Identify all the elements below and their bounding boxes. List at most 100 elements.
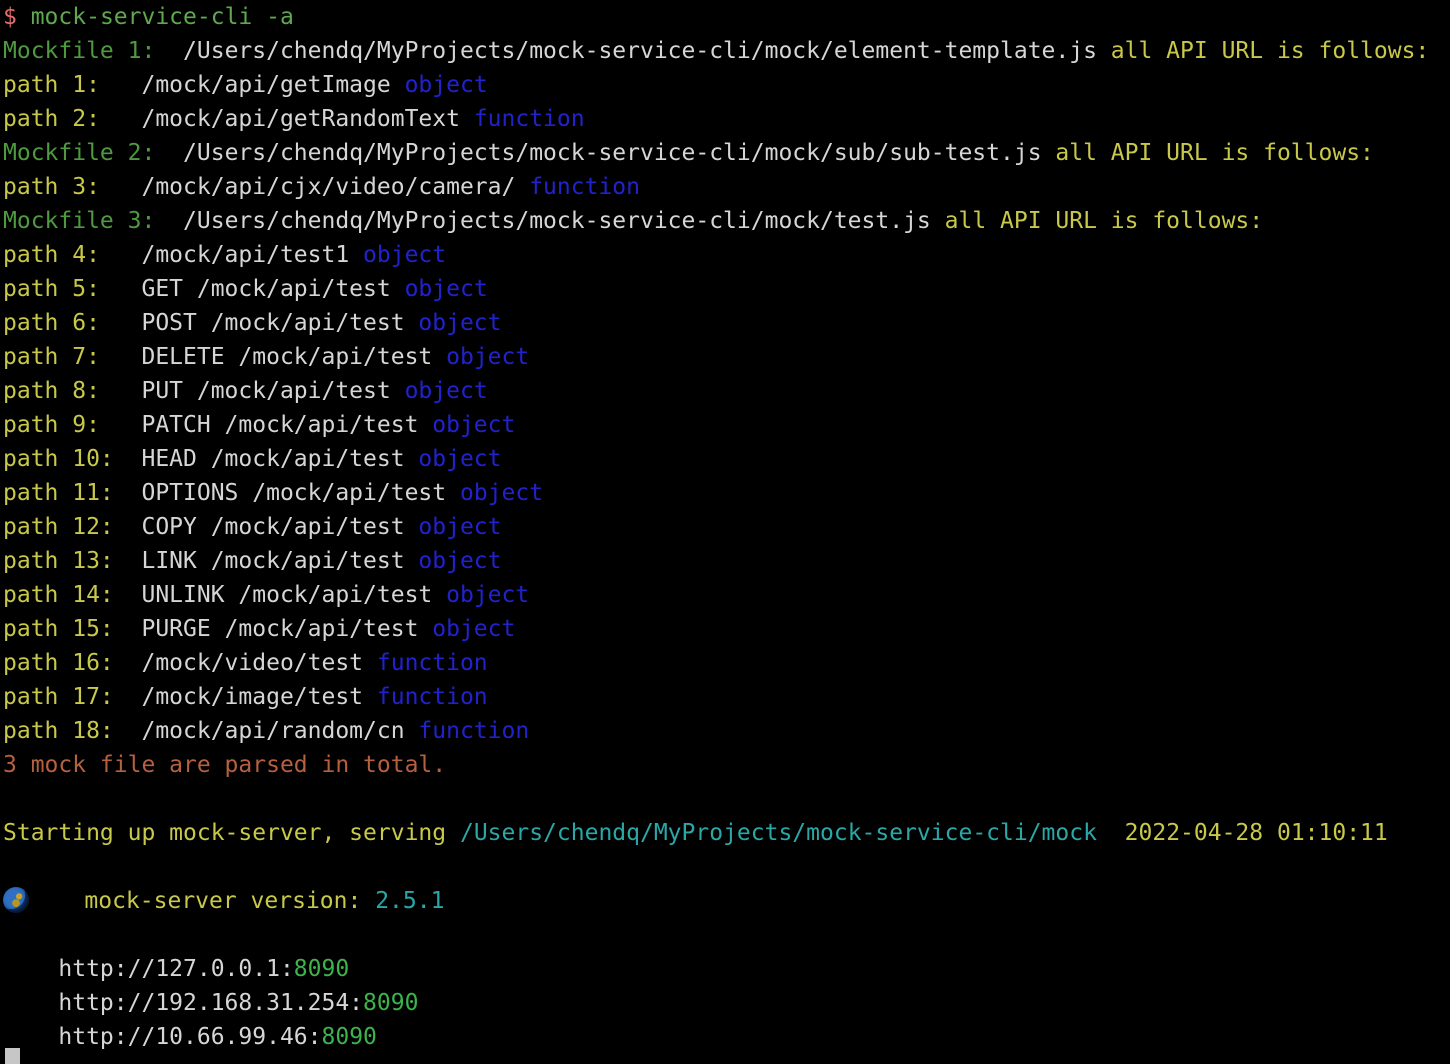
path-type: object (404, 72, 488, 98)
path-type: object (418, 446, 502, 472)
path-label: path 6: (3, 310, 128, 336)
mockfile-suffix: all API URL is follows: (944, 208, 1264, 234)
path-line: path 18: /mock/api/random/cn function (0, 714, 1450, 748)
path-url: OPTIONS /mock/api/test (127, 480, 460, 506)
path-label: path 18: (3, 718, 128, 744)
block-cursor (5, 1048, 20, 1064)
path-type: function (376, 650, 488, 676)
path-line: path 6: POST /mock/api/test object (0, 306, 1450, 340)
path-url: /mock/api/getImage (127, 72, 405, 98)
path-line: path 5: GET /mock/api/test object (0, 272, 1450, 306)
mockfile-line: Mockfile 2: /Users/chendq/MyProjects/moc… (0, 136, 1450, 170)
path-line: path 2: /mock/api/getRandomText function (0, 102, 1450, 136)
path-url: /mock/video/test (127, 650, 377, 676)
path-label: path 1: (3, 72, 128, 98)
server-url-line[interactable]: http://127.0.0.1:8090 (0, 952, 1450, 986)
terminal-output: $ mock-service-cli -a Mockfile 1: /Users/… (0, 0, 1450, 1054)
server-url-line[interactable]: http://192.168.31.254:8090 (0, 986, 1450, 1020)
path-label: path 13: (3, 548, 128, 574)
path-type: object (432, 412, 516, 438)
path-label: path 2: (3, 106, 128, 132)
path-line: path 17: /mock/image/test function (0, 680, 1450, 714)
path-type: object (404, 378, 488, 404)
path-line: path 3: /mock/api/cjx/video/camera/ func… (0, 170, 1450, 204)
path-label: path 14: (3, 582, 128, 608)
path-url: /mock/api/getRandomText (127, 106, 474, 132)
path-type: object (459, 480, 544, 506)
path-type: object (446, 582, 530, 608)
path-line: path 7: DELETE /mock/api/test object (0, 340, 1450, 374)
mockfile-label: Mockfile 3: (3, 208, 156, 234)
mockfile-label: Mockfile 1: (3, 38, 156, 64)
path-url: COPY /mock/api/test (127, 514, 419, 540)
parse-summary: 3 mock file are parsed in total. (0, 748, 1450, 782)
prompt-symbol: $ (3, 4, 17, 30)
path-label: path 7: (3, 344, 128, 370)
path-url: PATCH /mock/api/test (127, 412, 433, 438)
path-line: path 12: COPY /mock/api/test object (0, 510, 1450, 544)
path-line: path 9: PATCH /mock/api/test object (0, 408, 1450, 442)
path-line: path 15: PURGE /mock/api/test object (0, 612, 1450, 646)
path-label: path 16: (3, 650, 128, 676)
server-url-host[interactable]: http://127.0.0.1: (3, 956, 293, 982)
version-value: 2.5.1 (375, 888, 445, 914)
path-type: object (432, 616, 516, 642)
mockfile-line: Mockfile 1: /Users/chendq/MyProjects/moc… (0, 34, 1450, 68)
path-line: path 16: /mock/video/test function (0, 646, 1450, 680)
path-label: path 3: (3, 174, 128, 200)
path-line: path 14: UNLINK /mock/api/test object (0, 578, 1450, 612)
path-label: path 8: (3, 378, 128, 404)
path-type: object (418, 310, 502, 336)
path-line: path 4: /mock/api/test1 object (0, 238, 1450, 272)
path-label: path 15: (3, 616, 128, 642)
mockfile-label: Mockfile 2: (3, 140, 156, 166)
startup-label: Starting up mock-server, serving (3, 820, 460, 846)
path-type: object (418, 548, 502, 574)
parse-summary-text: 3 mock file are parsed in total. (3, 752, 447, 778)
path-type: function (376, 684, 488, 710)
path-label: path 17: (3, 684, 128, 710)
server-url-port[interactable]: 8090 (294, 956, 349, 982)
globe-icon (3, 887, 29, 914)
path-type: object (363, 242, 447, 268)
path-url: POST /mock/api/test (127, 310, 419, 336)
path-label: path 9: (3, 412, 128, 438)
mockfile-suffix: all API URL is follows: (1110, 38, 1430, 64)
version-label: mock-server version: (29, 888, 376, 914)
path-url: PUT /mock/api/test (127, 378, 405, 404)
path-type: function (418, 718, 530, 744)
path-type: function (473, 106, 585, 132)
path-line: path 13: LINK /mock/api/test object (0, 544, 1450, 578)
path-url: LINK /mock/api/test (127, 548, 419, 574)
mockfile-suffix: all API URL is follows: (1055, 140, 1374, 166)
path-label: path 4: (3, 242, 128, 268)
command-text: mock-service-cli -a (16, 4, 294, 30)
path-line: path 1: /mock/api/getImage object (0, 68, 1450, 102)
path-type: object (404, 276, 488, 302)
path-line: path 8: PUT /mock/api/test object (0, 374, 1450, 408)
path-url: UNLINK /mock/api/test (127, 582, 447, 608)
path-url: GET /mock/api/test (127, 276, 405, 302)
startup-line: Starting up mock-server, serving /Users/… (0, 816, 1450, 850)
server-url-line[interactable]: http://10.66.99.46:8090 (0, 1020, 1450, 1054)
path-line: path 11: OPTIONS /mock/api/test object (0, 476, 1450, 510)
mockfile-path: /Users/chendq/MyProjects/mock-service-cl… (155, 140, 1056, 166)
terminal-window[interactable]: $ mock-service-cli -a Mockfile 1: /Users/… (0, 0, 1450, 1064)
path-line: path 10: HEAD /mock/api/test object (0, 442, 1450, 476)
path-url: /mock/api/random/cn (127, 718, 419, 744)
server-url-host[interactable]: http://10.66.99.46: (3, 1024, 321, 1050)
path-url: /mock/api/cjx/video/camera/ (127, 174, 530, 200)
path-type: object (418, 514, 502, 540)
path-label: path 12: (3, 514, 128, 540)
path-url: /mock/image/test (127, 684, 377, 710)
path-url: /mock/api/test1 (127, 242, 364, 268)
server-url-port[interactable]: 8090 (322, 1024, 377, 1050)
server-url-host[interactable]: http://192.168.31.254: (3, 990, 363, 1016)
path-label: path 10: (3, 446, 128, 472)
path-url: DELETE /mock/api/test (127, 344, 447, 370)
server-url-port[interactable]: 8090 (363, 990, 418, 1016)
path-type: object (446, 344, 530, 370)
